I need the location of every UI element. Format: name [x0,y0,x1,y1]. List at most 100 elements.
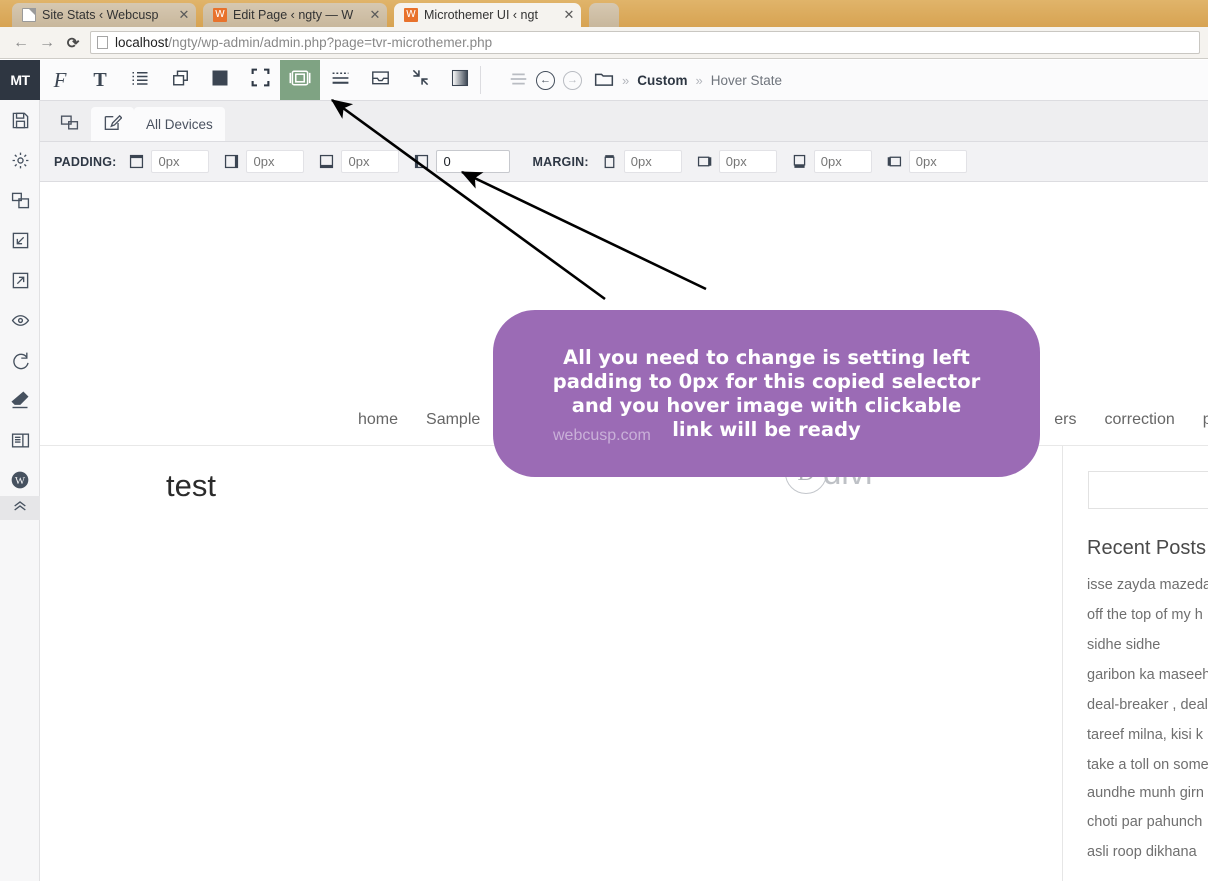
toolbar-list-button[interactable] [120,60,160,100]
margin-label: MARGIN: [532,154,589,169]
browser-tab-title: Edit Page ‹ ngty — W [233,8,354,22]
toolbar-font-button[interactable]: F [40,60,80,100]
padding-label: PADDING: [54,154,117,169]
devices-icon [11,191,30,210]
sidebar-item-preview[interactable] [0,300,40,340]
tab-edit-selector[interactable] [91,107,134,141]
breadcrumb-back-button[interactable]: ← [536,70,555,90]
spacing-icon [289,69,311,92]
padding-left-input[interactable] [436,150,511,173]
sidebar-collapse-button[interactable] [0,496,40,520]
page-info-icon [97,36,108,49]
toolbar-dimensions-button[interactable] [240,60,280,100]
reload-icon[interactable]: ⟳ [60,30,86,56]
back-icon[interactable]: ← [8,30,34,56]
padding-right-input[interactable] [246,150,305,173]
layout-icon [11,431,30,450]
padding-top-group [128,150,210,173]
tab-all-devices[interactable]: All Devices [134,107,225,141]
text-icon: T [93,68,107,91]
list-item[interactable]: sidhe sidhe [1087,630,1208,660]
address-bar[interactable]: localhost/ngty/wp-admin/admin.php?page=t… [90,31,1200,54]
sidebar-item-import[interactable] [0,220,40,260]
collapse-arrows-icon [411,68,430,92]
nav-item-correction[interactable]: correction [1091,411,1189,429]
list-item[interactable]: tareef milna, kisi k [1087,720,1208,750]
browser-tab-title: Microthemer UI ‹ ngt [424,8,538,22]
microthemer-toolbar: F T ← → » Custom » Hover State [40,60,1208,101]
list-item[interactable]: aundhe munh girn hona [1087,780,1208,807]
padding-left-group [413,150,511,173]
breadcrumb-forward-button[interactable]: → [563,70,582,90]
nav-item-p[interactable]: p [1189,411,1208,429]
page-preview: D divi home Sample ers correction p test… [40,182,1208,881]
sidebar-search-input[interactable] [1088,471,1208,509]
eraser-icon [10,390,30,410]
document-icon [22,8,36,22]
padding-bottom-group [318,150,400,173]
nav-item-sample[interactable]: Sample [412,411,494,429]
tab-close-icon[interactable]: ✕ [178,8,190,21]
list-item[interactable]: off the top of my h [1087,600,1208,630]
list-item[interactable]: take a toll on some [1087,750,1208,780]
browser-tab-partial[interactable] [589,3,619,27]
list-item[interactable]: garibon ka maseeh [1087,660,1208,690]
browser-tab-2[interactable]: W Microthemer UI ‹ ngt ✕ [394,3,581,27]
toolbar-shadow-button[interactable] [360,60,400,100]
margin-right-input[interactable] [718,150,777,173]
address-host: localhost [115,35,169,50]
tab-close-icon[interactable]: ✕ [563,8,575,21]
sidebar-item-refresh[interactable] [0,340,40,380]
sidebar-item-clear-styles[interactable] [0,380,40,420]
font-icon: F [53,67,67,92]
breadcrumb-folder[interactable]: Custom [637,73,687,88]
box-right-icon [223,153,240,170]
sidebar-item-layout[interactable] [0,420,40,460]
menu-lines-icon[interactable] [509,72,528,89]
toolbar-transform-button[interactable] [400,60,440,100]
box-bottom-icon [791,153,808,170]
refresh-icon [11,351,30,370]
breadcrumb-state[interactable]: Hover State [711,73,782,88]
export-icon [11,271,30,290]
sidebar-item-devices[interactable] [0,180,40,220]
layers-icon [171,69,190,92]
padding-bottom-input[interactable] [341,150,400,173]
toolbar-color-button[interactable] [200,60,240,100]
sidebar-item-settings[interactable] [0,140,40,180]
gradient-icon [451,69,469,92]
list-item[interactable]: choti par pahunch [1087,807,1208,837]
toolbar-borders-button[interactable] [320,60,360,100]
list-item[interactable]: asli roop dikhana [1087,837,1208,867]
recent-posts-list: isse zayda mazeda off the top of my h si… [1087,570,1208,867]
nav-item-home[interactable]: home [344,411,412,429]
toolbar-background-button[interactable] [160,60,200,100]
eye-icon [10,311,31,330]
browser-tab-1[interactable]: W Edit Page ‹ ngty — W ✕ [203,3,387,27]
padding-top-input[interactable] [151,150,210,173]
forward-icon[interactable]: → [34,30,60,56]
margin-left-input[interactable] [908,150,967,173]
list-item[interactable]: deal-breaker , deal [1087,690,1208,720]
margin-bottom-group [791,150,872,173]
browser-tab-0[interactable]: Site Stats ‹ Webcusp ✕ [12,3,196,27]
list-item[interactable]: isse zayda mazeda [1087,570,1208,600]
toolbar-spacing-button[interactable] [280,60,320,100]
tab-close-icon[interactable]: ✕ [369,8,381,21]
margin-bottom-input[interactable] [813,150,872,173]
margin-top-input[interactable] [623,150,682,173]
screen: Site Stats ‹ Webcusp ✕ W Edit Page ‹ ngt… [0,0,1208,881]
address-path: /ngty/wp-admin/admin.php?page=tvr-microt… [168,35,493,50]
sidebar-item-wordpress[interactable]: W [0,460,40,500]
sidebar-item-save[interactable] [0,100,40,140]
folder-icon[interactable] [594,70,614,90]
toolbar-text-button[interactable]: T [80,60,120,100]
toolbar-gradient-button[interactable] [440,60,480,100]
box-left-icon [413,153,430,170]
tab-responsive[interactable] [48,107,91,141]
wordpress-icon: W [213,8,227,22]
microthemer-sidebar: MT W [0,60,40,881]
sidebar-item-export[interactable] [0,260,40,300]
callout-bubble: All you need to change is setting left p… [493,310,1040,477]
nav-item-ers[interactable]: ers [1040,411,1090,429]
